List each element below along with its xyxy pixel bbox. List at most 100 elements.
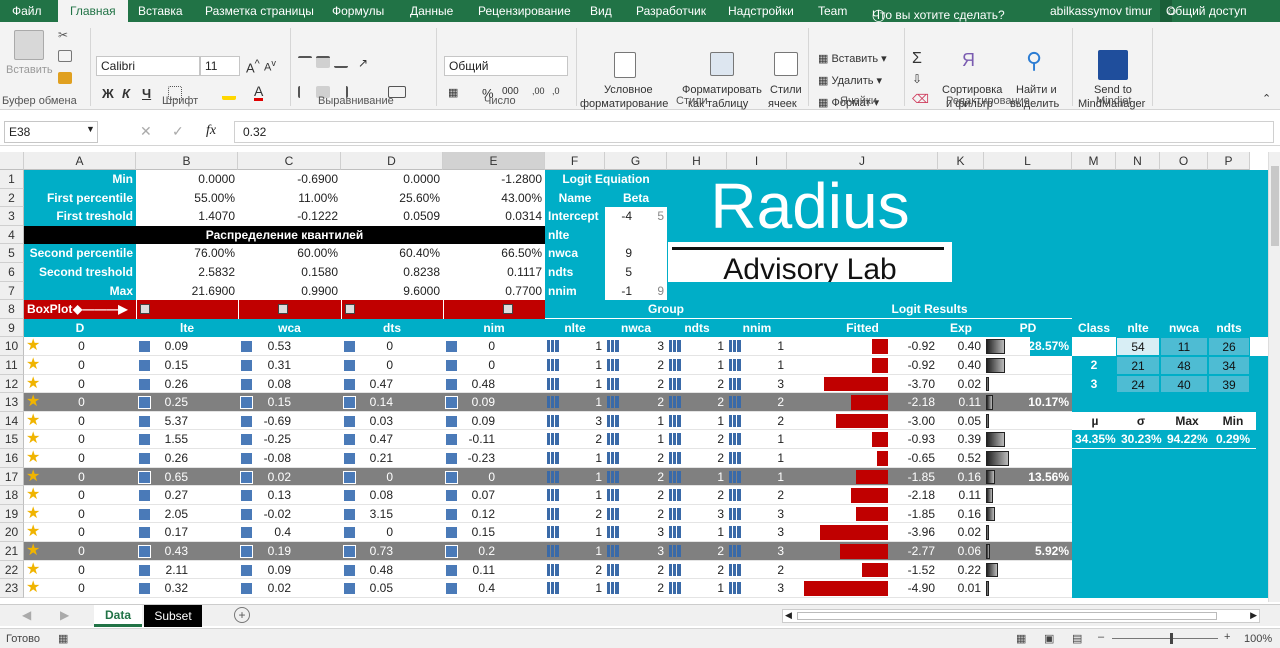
pd-value[interactable]: 28.57% xyxy=(984,337,1072,356)
tab-file[interactable]: Файл xyxy=(12,4,42,18)
copy-icon[interactable] xyxy=(58,50,72,62)
stat-value[interactable]: 9.6000 xyxy=(341,281,443,301)
cell-value[interactable]: -0.11 xyxy=(443,430,545,449)
cell-value[interactable]: 0 xyxy=(443,468,545,487)
logit-beta-tail[interactable] xyxy=(635,263,667,282)
conditional-formatting-button[interactable]: Условное xyxy=(604,84,653,96)
stat-value[interactable]: 60.40% xyxy=(341,244,443,263)
fitted-value[interactable]: -1.52 xyxy=(888,561,938,580)
cell-value[interactable]: 0.19 xyxy=(238,542,341,561)
stat-value[interactable]: 0.7700 xyxy=(443,281,545,301)
group-value[interactable]: 1 xyxy=(605,412,667,431)
cell-value[interactable]: 0.2 xyxy=(443,542,545,561)
group-value[interactable]: 2 xyxy=(605,486,667,505)
row-header-22[interactable]: 22 xyxy=(0,560,24,580)
cell-value[interactable]: -0.23 xyxy=(443,449,545,468)
cell-value[interactable]: 0 xyxy=(24,356,136,375)
column-header-l[interactable]: L xyxy=(984,152,1072,170)
cell-value[interactable]: 2.11 xyxy=(136,561,238,580)
cell-value[interactable]: 0.4 xyxy=(443,579,545,598)
row-header-9[interactable]: 9 xyxy=(0,318,24,338)
cell-value[interactable]: 0.43 xyxy=(136,542,238,561)
cell-value[interactable]: 0.07 xyxy=(443,486,545,505)
pd-value[interactable]: 13.56% xyxy=(984,468,1072,487)
cell-value[interactable]: 0.14 xyxy=(341,393,443,412)
shrink-font-icon[interactable]: Av xyxy=(264,58,276,74)
pd-value[interactable]: 28.57% xyxy=(984,356,1072,375)
cell-value[interactable]: 0 xyxy=(24,430,136,449)
stat-value[interactable]: 2.5832 xyxy=(136,263,238,282)
logit-beta-tail[interactable]: 9 xyxy=(635,281,667,301)
cell-value[interactable]: 0 xyxy=(24,393,136,412)
select-all-corner[interactable] xyxy=(0,152,24,170)
zoom-level[interactable]: 100% xyxy=(1244,633,1272,645)
column-header-i[interactable]: I xyxy=(727,152,787,170)
group-value[interactable]: 2 xyxy=(667,449,727,468)
cell-value[interactable]: 0.09 xyxy=(136,337,238,356)
row-header-11[interactable]: 11 xyxy=(0,356,24,375)
clear-icon[interactable]: ⌫ xyxy=(912,92,929,106)
delete-cells-button[interactable]: ▦ Удалить ▾ xyxy=(818,74,882,87)
stat-value[interactable]: 1.4070 xyxy=(136,207,238,226)
cancel-icon[interactable]: ✕ xyxy=(140,123,152,140)
orientation-icon[interactable]: ↗ xyxy=(358,56,368,70)
cell-value[interactable]: 0.4 xyxy=(238,523,341,542)
stat-value[interactable]: 0.1117 xyxy=(443,263,545,282)
exp-value[interactable]: 0.52 xyxy=(938,449,984,468)
group-value[interactable]: 1 xyxy=(667,337,727,356)
align-left-icon[interactable] xyxy=(298,86,312,98)
cell-value[interactable]: 2.05 xyxy=(136,505,238,524)
group-value[interactable]: 1 xyxy=(545,523,605,542)
group-value[interactable]: 1 xyxy=(545,449,605,468)
group-value[interactable]: 1 xyxy=(545,486,605,505)
group-value[interactable]: 3 xyxy=(727,523,787,542)
group-value[interactable]: 1 xyxy=(545,375,605,394)
class-table-cell[interactable]: 40 xyxy=(1160,374,1208,394)
scroll-right-icon[interactable]: ▶ xyxy=(60,608,69,622)
group-value[interactable]: 1 xyxy=(605,430,667,449)
page-layout-view-icon[interactable]: ▣ xyxy=(1044,632,1054,645)
cell-value[interactable]: 0 xyxy=(341,468,443,487)
row-header-2[interactable]: 2 xyxy=(0,188,24,208)
class-table-cell[interactable]: 2 xyxy=(1072,356,1116,375)
align-middle-icon[interactable] xyxy=(316,56,330,68)
exp-value[interactable]: 0.22 xyxy=(938,561,984,580)
share-button[interactable]: ☺ Общий доступ xyxy=(1160,0,1247,22)
row-header-13[interactable]: 13 xyxy=(0,393,24,412)
row-header-7[interactable]: 7 xyxy=(0,281,24,301)
exp-value[interactable]: 0.11 xyxy=(938,393,984,412)
cell-value[interactable]: 0.08 xyxy=(238,375,341,394)
stat-value[interactable]: 55.00% xyxy=(136,188,238,208)
group-value[interactable]: 2 xyxy=(545,430,605,449)
sheet-tab-subset[interactable]: Subset xyxy=(144,605,202,627)
group-value[interactable]: 2 xyxy=(605,579,667,598)
cell-value[interactable]: 0 xyxy=(24,561,136,580)
hscroll-right-icon[interactable]: ▶ xyxy=(1250,610,1257,621)
row-header-19[interactable]: 19 xyxy=(0,504,24,524)
logit-beta-tail[interactable]: 5 xyxy=(635,207,667,226)
logit-beta[interactable]: -1 xyxy=(605,281,635,301)
cell-value[interactable]: 0.26 xyxy=(136,375,238,394)
stat-value[interactable]: 0.0314 xyxy=(443,207,545,226)
pd-value[interactable]: 0.74% xyxy=(984,579,1072,598)
cell-styles-button[interactable]: Стили xyxy=(770,84,802,96)
column-header-p[interactable]: P xyxy=(1208,152,1250,170)
stat-value[interactable]: 76.00% xyxy=(136,244,238,263)
exp-value[interactable]: 0.02 xyxy=(938,375,984,394)
group-value[interactable]: 1 xyxy=(727,337,787,356)
stat-value[interactable]: 21.6900 xyxy=(136,281,238,301)
cell-value[interactable]: 0.09 xyxy=(443,412,545,431)
align-bottom-icon[interactable] xyxy=(334,56,348,68)
group-value[interactable]: 1 xyxy=(545,337,605,356)
fitted-value[interactable]: -0.92 xyxy=(888,356,938,375)
exp-value[interactable]: 0.02 xyxy=(938,523,984,542)
row-header-21[interactable]: 21 xyxy=(0,542,24,561)
tab-developer[interactable]: Разработчик xyxy=(636,4,706,18)
group-value[interactable]: 3 xyxy=(727,505,787,524)
group-value[interactable]: 2 xyxy=(667,486,727,505)
exp-value[interactable]: 0.16 xyxy=(938,468,984,487)
macro-record-icon[interactable]: ▦ xyxy=(58,632,68,645)
insert-function-icon[interactable]: fx xyxy=(206,123,216,139)
cell-value[interactable]: 0.15 xyxy=(238,393,341,412)
hscroll-left-icon[interactable]: ◀ xyxy=(785,610,792,621)
